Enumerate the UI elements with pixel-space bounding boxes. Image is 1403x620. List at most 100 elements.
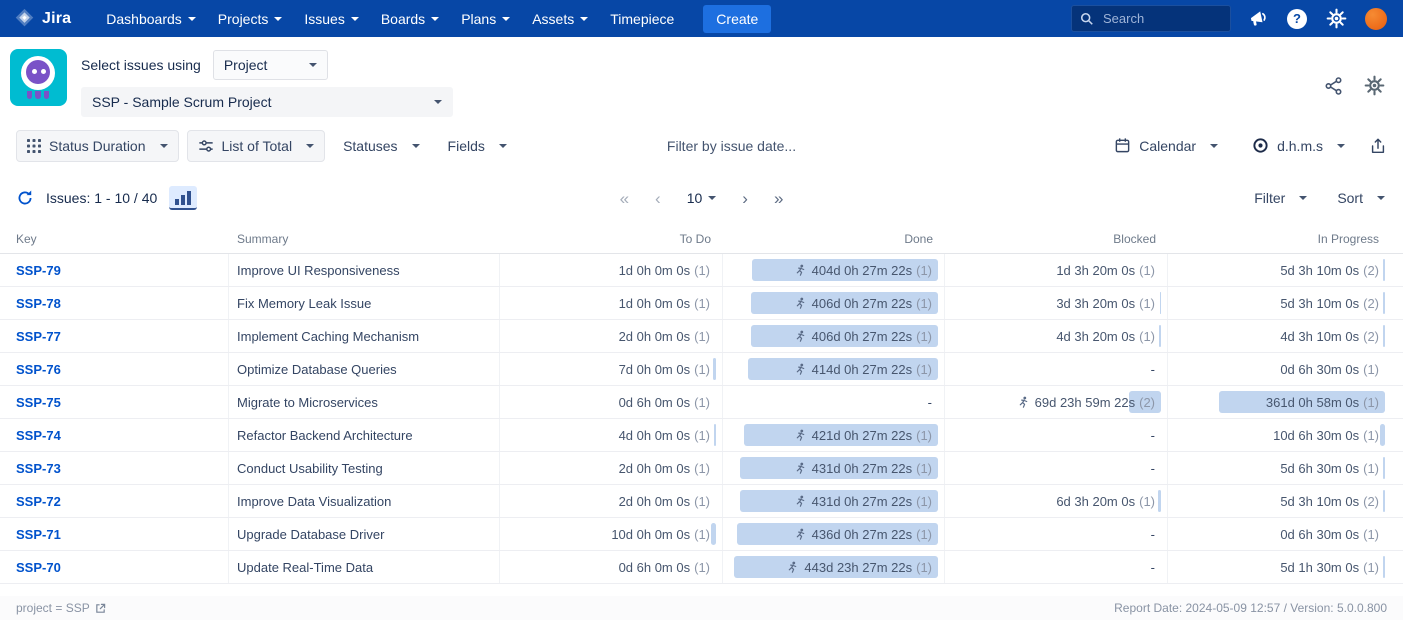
nav-item-label: Dashboards (106, 11, 182, 27)
report-settings-gear-icon[interactable] (1364, 75, 1385, 101)
issue-key-link[interactable]: SSP-77 (16, 329, 61, 344)
search-input[interactable] (1101, 10, 1211, 27)
summary-cell: Implement Caching Mechanism (229, 320, 500, 352)
first-page-button[interactable]: « (620, 190, 629, 207)
chevron-down-icon (274, 17, 282, 21)
issue-key-link[interactable]: SSP-71 (16, 527, 61, 542)
settings-gear-icon[interactable] (1324, 7, 1348, 31)
duration-value: 406d 0h 27m 22s(1) (794, 296, 932, 311)
create-button[interactable]: Create (703, 5, 771, 33)
col-header-done[interactable]: Done (723, 232, 945, 246)
duration-value: 5d 6h 30m 0s(1) (1280, 461, 1379, 476)
share-icon[interactable] (1324, 76, 1344, 101)
table-row: SSP-71Upgrade Database Driver10d 0h 0m 0… (0, 518, 1403, 551)
nav-item-boards[interactable]: Boards (372, 5, 448, 33)
table-row: SSP-78Fix Memory Leak Issue1d 0h 0m 0s(1… (0, 287, 1403, 320)
done-duration-cell: - (723, 386, 945, 418)
filter-dropdown[interactable]: Filter (1252, 186, 1309, 210)
nav-item-assets[interactable]: Assets (523, 5, 597, 33)
timepiece-app-icon (10, 49, 67, 106)
help-icon[interactable]: ? (1285, 7, 1309, 31)
nav-item-timepiece[interactable]: Timepiece (601, 5, 683, 33)
list-mode-dropdown[interactable]: List of Total (187, 130, 326, 162)
project-select-dropdown[interactable]: SSP - Sample Scrum Project (81, 87, 453, 117)
issue-key-link[interactable]: SSP-78 (16, 296, 61, 311)
nav-item-label: Projects (218, 11, 269, 27)
external-link-icon[interactable] (95, 603, 106, 614)
col-header-key[interactable]: Key (0, 232, 229, 246)
blocked-duration-cell: - (945, 551, 1168, 583)
runner-icon (794, 297, 806, 309)
chevron-down-icon (431, 17, 439, 21)
nav-item-plans[interactable]: Plans (452, 5, 519, 33)
inprogress-duration-cell: 361d 0h 58m 0s(1) (1168, 386, 1391, 418)
key-cell: SSP-79 (0, 254, 229, 286)
inprogress-duration-cell: 4d 3h 10m 0s(2) (1168, 320, 1391, 352)
chevron-down-icon (412, 144, 420, 148)
issue-key-link[interactable]: SSP-70 (16, 560, 61, 575)
statuses-dropdown[interactable]: Statuses (333, 131, 429, 161)
calendar-icon (1114, 137, 1131, 154)
issue-key-link[interactable]: SSP-76 (16, 362, 61, 377)
duration-value: 431d 0h 27m 22s(1) (794, 461, 932, 476)
duration-bar (711, 523, 716, 545)
duration-value: 4d 3h 20m 0s(1) (1056, 329, 1155, 344)
status-duration-table: Key Summary To Do Done Blocked In Progre… (0, 224, 1403, 584)
duration-value: 5d 1h 30m 0s(1) (1280, 560, 1379, 575)
duration-value: 1d 0h 0m 0s(1) (619, 296, 710, 311)
nav-menu: Dashboards Projects Issues Boards PlansAsset… (97, 5, 683, 33)
tune-icon (198, 138, 214, 154)
prev-page-button[interactable]: ‹ (655, 190, 661, 207)
nav-item-label: Timepiece (610, 11, 674, 27)
nav-item-label: Boards (381, 11, 425, 27)
user-avatar[interactable] (1363, 6, 1389, 32)
nav-item-projects[interactable]: Projects (209, 5, 292, 33)
col-header-summary[interactable]: Summary (229, 232, 500, 246)
col-header-todo[interactable]: To Do (500, 232, 723, 246)
nav-item-dashboards[interactable]: Dashboards (97, 5, 205, 33)
nav-item-issues[interactable]: Issues (295, 5, 367, 33)
time-format-dropdown[interactable]: d.h.m.s (1242, 130, 1355, 161)
todo-duration-cell: 2d 0h 0m 0s(1) (500, 452, 723, 484)
next-page-button[interactable]: › (742, 190, 748, 207)
chart-view-toggle[interactable] (169, 186, 197, 210)
chevron-down-icon (434, 100, 442, 104)
summary-cell: Upgrade Database Driver (229, 518, 500, 550)
page-size-select[interactable]: 10 (687, 190, 717, 206)
jira-logo-icon (14, 8, 35, 29)
issue-key-link[interactable]: SSP-79 (16, 263, 61, 278)
table-row: SSP-72Improve Data Visualization2d 0h 0m… (0, 485, 1403, 518)
issue-key-link[interactable]: SSP-74 (16, 428, 61, 443)
todo-duration-cell: 0d 6h 0m 0s(1) (500, 551, 723, 583)
inprogress-duration-cell: 10d 6h 30m 0s(1) (1168, 419, 1391, 451)
report-type-dropdown[interactable]: Status Duration (16, 130, 179, 162)
global-search[interactable] (1071, 5, 1231, 32)
col-header-inprogress[interactable]: In Progress (1168, 232, 1391, 246)
summary-cell: Optimize Database Queries (229, 353, 500, 385)
duration-value: 7d 0h 0m 0s(1) (619, 362, 710, 377)
table-row: SSP-79Improve UI Responsiveness1d 0h 0m … (0, 254, 1403, 287)
refresh-icon[interactable] (16, 189, 34, 207)
empty-duration: - (1151, 461, 1155, 476)
sort-dropdown[interactable]: Sort (1335, 186, 1387, 210)
issue-key-link[interactable]: SSP-75 (16, 395, 61, 410)
fields-dropdown[interactable]: Fields (438, 131, 517, 161)
issue-key-link[interactable]: SSP-72 (16, 494, 61, 509)
duration-value: 1d 3h 20m 0s(1) (1056, 263, 1155, 278)
export-icon[interactable] (1369, 137, 1387, 155)
calendar-dropdown[interactable]: Calendar (1104, 130, 1228, 161)
announcements-icon[interactable] (1246, 7, 1270, 31)
key-cell: SSP-74 (0, 419, 229, 451)
issue-key-link[interactable]: SSP-73 (16, 461, 61, 476)
key-cell: SSP-73 (0, 452, 229, 484)
jira-brand[interactable]: Jira (14, 8, 71, 29)
last-page-button[interactable]: » (774, 190, 783, 207)
key-cell: SSP-72 (0, 485, 229, 517)
todo-duration-cell: 4d 0h 0m 0s(1) (500, 419, 723, 451)
chevron-down-icon (708, 196, 716, 200)
done-duration-cell: 414d 0h 27m 22s(1) (723, 353, 945, 385)
summary-cell: Improve UI Responsiveness (229, 254, 500, 286)
issue-date-filter[interactable]: Filter by issue date... (667, 138, 796, 154)
col-header-blocked[interactable]: Blocked (945, 232, 1168, 246)
issue-source-dropdown[interactable]: Project (213, 50, 328, 80)
